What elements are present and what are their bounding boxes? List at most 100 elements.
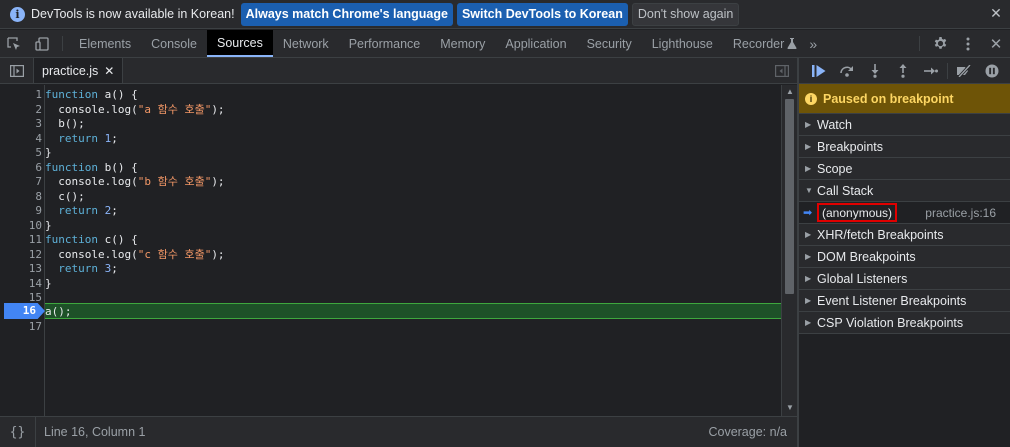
code-line: c();: [45, 189, 85, 203]
section-dom-breakpoints[interactable]: ▶ DOM Breakpoints: [799, 246, 1010, 268]
section-breakpoints[interactable]: ▶ Breakpoints: [799, 136, 1010, 158]
tab-application[interactable]: Application: [495, 30, 576, 57]
device-toolbar-icon[interactable]: [28, 30, 56, 57]
line-number[interactable]: 9: [0, 204, 42, 219]
debugger-sidebar: i Paused on breakpoint ▶ Watch ▶ Breakpoin…: [799, 58, 1010, 447]
gear-icon[interactable]: [926, 30, 954, 57]
pretty-print-icon[interactable]: {}: [0, 417, 36, 447]
tab-memory[interactable]: Memory: [430, 30, 495, 57]
file-tab-practice-js[interactable]: practice.js ✕: [34, 58, 124, 83]
line-number[interactable]: 13: [0, 262, 42, 277]
scrollbar-thumb[interactable]: [785, 99, 794, 294]
line-number[interactable]: 12: [0, 248, 42, 263]
section-label: Watch: [817, 117, 852, 132]
paused-message: Paused on breakpoint: [823, 91, 954, 106]
section-label: DOM Breakpoints: [817, 249, 916, 264]
code-line: function a() {: [45, 88, 138, 101]
close-tab-icon[interactable]: ✕: [104, 64, 114, 78]
section-label: Event Listener Breakpoints: [817, 293, 967, 308]
kebab-menu-icon[interactable]: [954, 30, 982, 57]
section-watch[interactable]: ▶ Watch: [799, 114, 1010, 136]
line-number[interactable]: 6: [0, 161, 42, 176]
step-over-icon[interactable]: [833, 58, 861, 84]
tab-security[interactable]: Security: [577, 30, 642, 57]
main-toolbar: Elements Console Sources Network Perform…: [0, 30, 1010, 58]
code-editor[interactable]: 1 2 3 4 5 6 7 8 9 10 11 12 13 14 15 17 16 function a() …: [0, 85, 797, 416]
tab-lighthouse[interactable]: Lighthouse: [642, 30, 723, 57]
tab-performance[interactable]: Performance: [339, 30, 431, 57]
breakpoint-marker[interactable]: 16: [4, 303, 45, 319]
step-into-icon[interactable]: [861, 58, 889, 84]
line-number[interactable]: 11: [0, 233, 42, 248]
line-number[interactable]: 7: [0, 175, 42, 190]
code-content[interactable]: function a() { console.log("a 함수 호출"); b…: [45, 85, 781, 416]
toggle-navigator-icon[interactable]: [0, 58, 34, 83]
editor-status-bar: {} Line 16, Column 1 Coverage: n/a: [0, 416, 797, 447]
expand-triangle-icon: ▶: [805, 230, 812, 239]
code-line: b();: [45, 117, 85, 130]
paused-banner: i Paused on breakpoint: [799, 84, 1010, 114]
tab-sources[interactable]: Sources: [206, 30, 273, 57]
line-number[interactable]: 14: [0, 277, 42, 292]
frame-location[interactable]: practice.js:16: [925, 206, 996, 220]
scroll-up-arrow-icon[interactable]: ▲: [786, 87, 794, 96]
section-xhr-breakpoints[interactable]: ▶ XHR/fetch Breakpoints: [799, 224, 1010, 246]
more-tabs-chevron-icon[interactable]: »: [801, 30, 825, 57]
line-number[interactable]: 17: [0, 320, 42, 335]
toolbar-divider: [62, 36, 63, 51]
step-out-icon[interactable]: [889, 58, 917, 84]
code-line: return 3;: [58, 262, 118, 275]
close-devtools-icon[interactable]: ✕: [982, 30, 1010, 57]
current-frame-arrow-icon: ➡: [803, 207, 813, 219]
toolbar-divider: [947, 62, 948, 79]
code-line: return 2;: [58, 204, 118, 217]
section-csp-violation-breakpoints[interactable]: ▶ CSP Violation Breakpoints: [799, 312, 1010, 334]
scroll-down-arrow-icon[interactable]: ▼: [786, 403, 794, 412]
inspect-element-icon[interactable]: [0, 30, 28, 57]
line-number[interactable]: 4: [0, 132, 42, 147]
code-line: }: [45, 146, 52, 159]
tab-elements[interactable]: Elements: [69, 30, 141, 57]
line-number-gutter[interactable]: 1 2 3 4 5 6 7 8 9 10 11 12 13 14 15 17: [0, 85, 45, 416]
section-label: Call Stack: [817, 183, 874, 198]
infobar-message: DevTools is now available in Korean!: [31, 7, 235, 21]
code-line: console.log("c 함수 호출");: [45, 247, 225, 261]
toggle-debugger-sidebar-icon[interactable]: [767, 58, 797, 83]
coverage-status[interactable]: Coverage: n/a: [708, 425, 787, 439]
section-global-listeners[interactable]: ▶ Global Listeners: [799, 268, 1010, 290]
dont-show-again-button[interactable]: Don't show again: [631, 2, 740, 26]
code-line: console.log("a 함수 호출");: [45, 102, 225, 116]
section-call-stack[interactable]: ▼ Call Stack: [799, 180, 1010, 202]
toolbar-divider: [919, 36, 920, 51]
breakpoint-line-number: 16: [22, 304, 36, 317]
editor-tab-strip: practice.js ✕: [0, 58, 797, 84]
code-line: function b() {: [45, 160, 138, 174]
file-tab-label: practice.js: [42, 63, 99, 78]
line-number[interactable]: 5: [0, 146, 42, 161]
always-match-language-button[interactable]: Always match Chrome's language: [240, 2, 453, 26]
close-icon[interactable]: ✕: [988, 5, 1004, 22]
line-number[interactable]: 2: [0, 103, 42, 118]
pause-on-exceptions-icon[interactable]: [978, 58, 1006, 84]
resume-icon[interactable]: [805, 58, 833, 84]
code-line: }: [45, 276, 52, 290]
section-label: Global Listeners: [817, 271, 908, 286]
tab-network[interactable]: Network: [273, 30, 339, 57]
editor-scrollbar[interactable]: ▲ ▼: [781, 85, 797, 416]
line-number[interactable]: 3: [0, 117, 42, 132]
section-event-listener-breakpoints[interactable]: ▶ Event Listener Breakpoints: [799, 290, 1010, 312]
step-icon[interactable]: [917, 58, 945, 84]
tab-console[interactable]: Console: [141, 30, 207, 57]
expand-triangle-icon: ▶: [805, 274, 812, 283]
code-line: console.log("b 함수 호출");: [45, 175, 225, 188]
tab-recorder[interactable]: Recorder: [723, 30, 801, 57]
line-number[interactable]: 8: [0, 190, 42, 205]
language-infobar: i DevTools is now available in Korean! A…: [0, 0, 1010, 29]
line-number[interactable]: 1: [0, 88, 42, 103]
call-stack-frame[interactable]: ➡ (anonymous) practice.js:16: [799, 202, 1010, 224]
code-line: function c() {: [45, 233, 138, 246]
line-number[interactable]: 10: [0, 219, 42, 234]
section-scope[interactable]: ▶ Scope: [799, 158, 1010, 180]
switch-to-korean-button[interactable]: Switch DevTools to Korean: [456, 2, 628, 26]
deactivate-breakpoints-icon[interactable]: [950, 58, 978, 84]
